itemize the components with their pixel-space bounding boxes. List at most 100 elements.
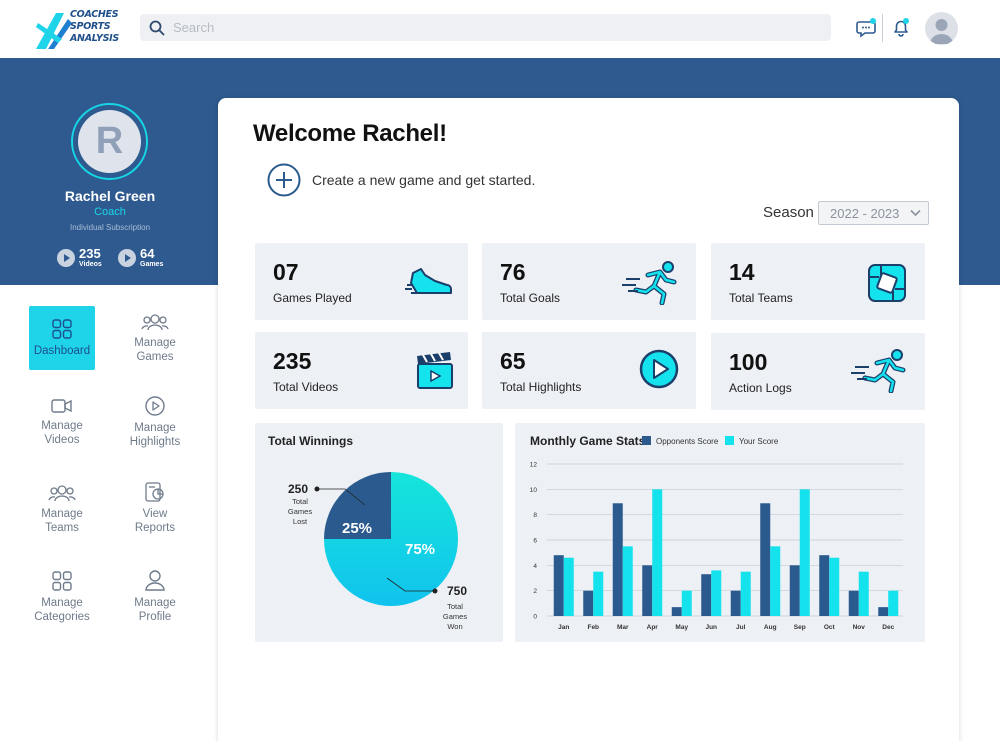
header-divider [882, 14, 883, 42]
hands-together-icon [868, 264, 906, 302]
nav-view-reports[interactable]: View Reports [122, 481, 188, 535]
pie-lost-label-3: Lost [293, 517, 308, 526]
add-circle-icon[interactable] [267, 163, 301, 197]
report-icon [145, 482, 164, 502]
sneaker-icon [405, 268, 452, 294]
search-bar[interactable] [140, 14, 831, 41]
bar-opponents-jul [730, 590, 741, 616]
bar-yours-nov [858, 571, 869, 616]
profile-subscription: Individual Subscription [69, 223, 151, 232]
stat-label: Total Teams [729, 291, 793, 305]
bar-opponents-apr [642, 565, 653, 616]
stat-card-action-logs[interactable]: 100 Action Logs [711, 333, 925, 410]
bar-yours-jul [740, 571, 751, 616]
pie-label-lost: 25% [342, 520, 372, 537]
pie-won-label-1: Total [447, 602, 463, 611]
nav-manage-highlights[interactable]: Manage Highlights [122, 395, 188, 449]
stat-value: 235 [273, 348, 312, 374]
x-tick-label: Dec [882, 624, 894, 631]
stat-label: Total Highlights [500, 380, 582, 394]
logo-text[interactable]: COACHES SPORTS ANALYSIS [70, 9, 130, 45]
bar-chart: 0 2 4 6 8 10 12 Jan Feb Mar Apr May Jun Jul Aug Sep Oct N… [530, 462, 903, 631]
videos-label: Videos [79, 261, 102, 268]
pie-won-label-2: Games [443, 612, 467, 621]
stat-label: Total Videos [273, 380, 339, 394]
bar-opponents-sep [789, 565, 800, 616]
stat-card-total-highlights[interactable]: 65 Total Highlights [482, 332, 696, 409]
games-count: 64 [140, 246, 155, 261]
y-tick-label: 0 [533, 614, 537, 621]
total-winnings-panel: Total Winnings 25% 75% 250 Total Games L… [255, 423, 503, 642]
play-button-icon [639, 349, 679, 389]
profile-initial: R [78, 110, 141, 173]
bell-icon[interactable] [890, 16, 912, 38]
profile-icon [145, 570, 165, 591]
pie-chart: 25% 75% 250 Total Games Lost 750 Total G… [288, 472, 467, 631]
videos-count: 235 [79, 246, 101, 261]
stat-value: 100 [729, 349, 768, 375]
nav-manage-videos[interactable]: Manage Videos [29, 397, 95, 447]
stat-value: 14 [729, 259, 755, 285]
x-tick-label: Feb [587, 624, 599, 631]
bar-yours-dec [888, 590, 899, 616]
pie-lost-label-1: Total [292, 497, 308, 506]
season-selected-value: 2022 - 2023 [830, 206, 900, 221]
play-icon [118, 249, 136, 267]
bar-yours-oct [829, 557, 840, 616]
bar-yours-sep [799, 489, 810, 616]
stat-card-total-teams[interactable]: 14 Total Teams [711, 243, 925, 320]
group-icon [141, 314, 169, 331]
stat-value: 07 [273, 259, 299, 285]
search-icon [149, 20, 165, 36]
nav-manage-categories-label: Manage Categories [34, 597, 90, 623]
pie-lost-count: 250 [288, 482, 308, 496]
bar-opponents-dec [878, 607, 889, 616]
chat-icon[interactable] [856, 16, 878, 38]
season-label: Season [763, 204, 814, 221]
team-icon [48, 485, 76, 502]
search-input[interactable] [173, 18, 813, 37]
stat-value: 76 [500, 259, 526, 285]
x-tick-label: Jun [705, 624, 717, 631]
bar-yours-feb [593, 571, 604, 616]
stat-card-total-goals[interactable]: 76 Total Goals [482, 243, 696, 320]
user-avatar-icon[interactable] [925, 12, 958, 45]
pie-label-won: 75% [405, 541, 435, 558]
chevron-down-icon [910, 209, 921, 217]
clapperboard-icon [417, 352, 453, 389]
categories-icon [52, 571, 72, 591]
bar-yours-aug [770, 546, 781, 616]
bar-opponents-aug [760, 503, 771, 616]
nav-manage-categories[interactable]: Manage Categories [29, 570, 95, 624]
runner-icon [622, 261, 677, 305]
stat-card-games-played[interactable]: 07 Games Played [255, 243, 468, 320]
bar-opponents-oct [819, 555, 830, 616]
nav-manage-profile-label: Manage Profile [134, 597, 176, 623]
nav-manage-games-label: Manage Games [134, 337, 176, 363]
bar-opponents-jan [553, 555, 564, 616]
x-tick-label: May [675, 624, 688, 631]
x-tick-label: Apr [647, 624, 659, 631]
x-tick-label: Jul [736, 624, 746, 631]
profile-name: Rachel Green [64, 188, 156, 204]
bar-yours-mar [622, 546, 633, 616]
stat-card-total-videos[interactable]: 235 Total Videos [255, 332, 468, 409]
x-tick-label: Sep [794, 624, 806, 631]
bar-opponents-nov [848, 590, 859, 616]
nav-manage-profile[interactable]: Manage Profile [122, 569, 188, 624]
profile-avatar[interactable]: R [71, 103, 148, 180]
y-tick-label: 8 [533, 512, 537, 519]
nav-manage-games[interactable]: Manage Games [122, 312, 188, 364]
x-tick-label: Oct [824, 624, 836, 631]
create-game-link[interactable]: Create a new game and get started. [312, 172, 535, 188]
bar-yours-apr [652, 489, 663, 616]
x-tick-label: Jan [558, 624, 569, 631]
top-bar: COACHES SPORTS ANALYSIS [0, 0, 1000, 58]
y-tick-label: 12 [530, 462, 538, 469]
stat-label: Total Goals [500, 291, 561, 305]
main-panel [218, 98, 959, 741]
nav-manage-teams[interactable]: Manage Teams [29, 483, 95, 535]
runner-icon [851, 349, 906, 393]
nav-dashboard[interactable]: Dashboard [29, 306, 95, 370]
season-select[interactable]: 2022 - 2023 [818, 201, 929, 225]
